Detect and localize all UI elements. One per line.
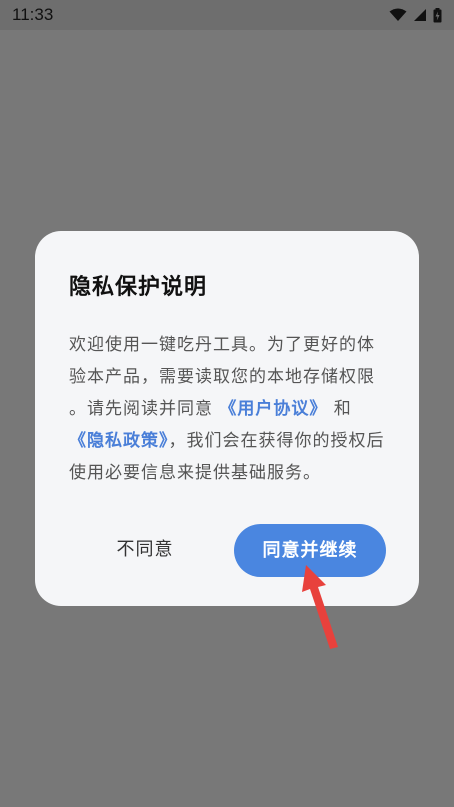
dialog-body: 欢迎使用一键吃丹工具。为了更好的体验本产品，需要读取您的本地存储权限 。请先阅读… xyxy=(69,329,385,489)
status-bar: 11:33 xyxy=(0,0,454,30)
dialog-title: 隐私保护说明 xyxy=(69,275,208,300)
privacy-dialog: 隐私保护说明 欢迎使用一键吃丹工具。为了更好的体验本产品，需要读取您的本地存储权… xyxy=(35,231,419,606)
screen: 11:33 隐私保护说明 欢迎使用一键吃丹工具。为了更好的体验本产品，需要读取您… xyxy=(0,0,454,807)
annotation-arrow-icon xyxy=(302,565,338,649)
status-icons xyxy=(389,7,442,23)
battery-charging-icon xyxy=(433,7,442,23)
status-time: 11:33 xyxy=(12,5,54,24)
user-agreement-link[interactable]: 《用户协议》 xyxy=(219,399,327,419)
wifi-icon xyxy=(389,8,407,22)
privacy-policy-link[interactable]: 《隐私政策》 xyxy=(69,431,169,451)
signal-icon xyxy=(413,8,427,22)
body-text-and: 和 xyxy=(327,399,352,419)
disagree-button[interactable]: 不同意 xyxy=(91,523,199,577)
